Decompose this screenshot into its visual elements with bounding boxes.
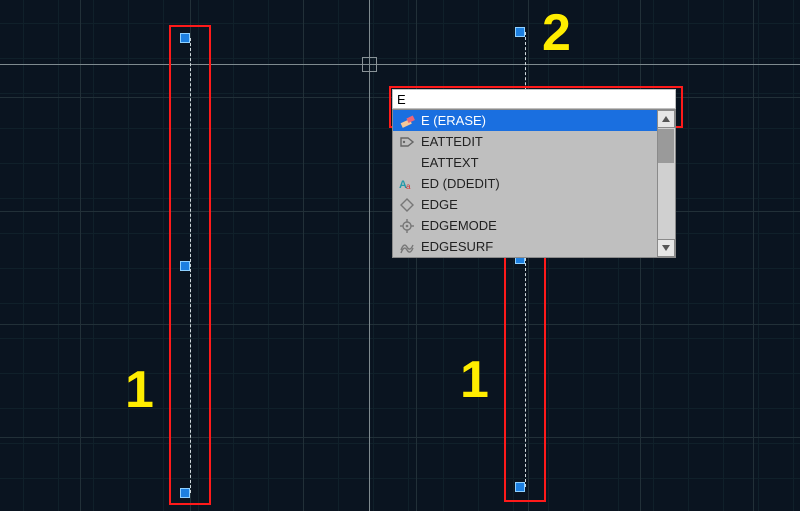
command-suggestion-item[interactable]: E (ERASE) — [393, 110, 657, 131]
eraser-icon — [399, 113, 415, 129]
grid-line — [0, 437, 800, 438]
grid-line — [753, 0, 754, 511]
chevron-up-icon — [662, 116, 670, 122]
tag-icon — [399, 134, 415, 150]
command-suggestion-label: ED (DDEDIT) — [421, 176, 500, 191]
grid-line — [80, 0, 81, 511]
annotation-label-1-right: 1 — [460, 350, 489, 410]
text-edit-icon: Aa — [399, 176, 415, 192]
grip-endpoint[interactable] — [515, 27, 525, 37]
crosshair-horizontal — [0, 64, 800, 65]
annotation-highlight-right — [504, 248, 546, 502]
command-suggestion-item[interactable]: EATTEXT — [393, 152, 657, 173]
command-suggestion-label: E (ERASE) — [421, 113, 486, 128]
grid-line — [303, 0, 304, 511]
surface-icon — [399, 239, 415, 255]
gear-icon — [399, 218, 415, 234]
command-suggestion-item[interactable]: EDGE — [393, 194, 657, 215]
blank-icon — [399, 155, 415, 171]
scroll-down-button[interactable] — [657, 239, 675, 257]
command-autocomplete: E (ERASE) EATTEDIT EATTEXT Aa ED (DDEDIT) EDG… — [392, 89, 676, 258]
command-suggestion-item[interactable]: EATTEDIT — [393, 131, 657, 152]
chevron-down-icon — [662, 245, 670, 251]
diamond-icon — [399, 197, 415, 213]
scroll-up-button[interactable] — [657, 110, 675, 128]
annotation-highlight-left — [169, 25, 211, 505]
command-suggestion-label: EATTEDIT — [421, 134, 483, 149]
grid-line — [0, 324, 800, 325]
crosshair-vertical — [369, 0, 370, 511]
command-suggestion-item[interactable]: EDGESURF — [393, 236, 657, 257]
scrollbar-thumb[interactable] — [658, 129, 674, 163]
command-suggestion-item[interactable]: EDGEMODE — [393, 215, 657, 236]
svg-text:a: a — [406, 182, 411, 191]
command-suggestion-item[interactable]: Aa ED (DDEDIT) — [393, 173, 657, 194]
command-input[interactable] — [392, 89, 676, 109]
crosshair-pickbox — [362, 57, 377, 72]
command-suggestion-label: EDGE — [421, 197, 458, 212]
annotation-label-1-left: 1 — [125, 360, 154, 420]
annotation-label-2: 2 — [542, 3, 571, 63]
command-suggestion-label: EDGESURF — [421, 239, 493, 254]
command-suggestion-list: E (ERASE) EATTEDIT EATTEXT Aa ED (DDEDIT) EDG… — [392, 109, 676, 258]
command-suggestion-label: EATTEXT — [421, 155, 479, 170]
command-suggestion-label: EDGEMODE — [421, 218, 497, 233]
cad-drawing-area[interactable]: 1 1 2 E (ERASE) EATTEDIT EATTEXT Aa ED (DDED… — [0, 0, 800, 511]
